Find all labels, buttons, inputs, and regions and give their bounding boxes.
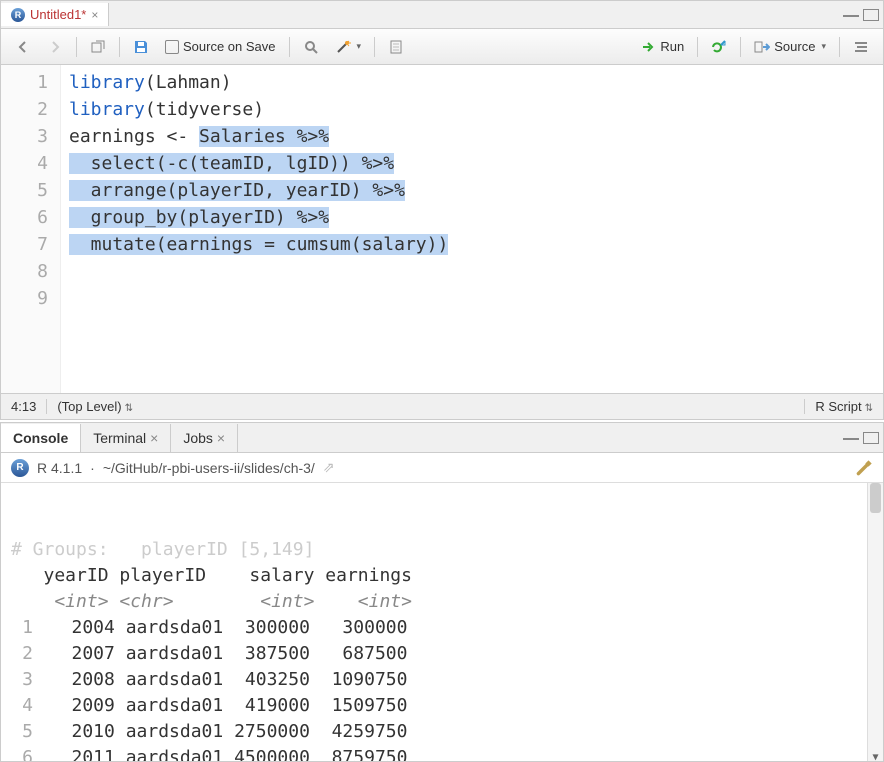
- source-on-save-label: Source on Save: [183, 39, 276, 54]
- tab-title: Untitled1*: [30, 7, 86, 22]
- source-on-save-toggle[interactable]: Source on Save: [159, 36, 282, 57]
- nav-fwd-button[interactable]: [41, 36, 69, 58]
- separator: [740, 37, 741, 57]
- editor-toolbar: Source on Save ▾ Run Source ▾: [1, 29, 883, 65]
- save-button[interactable]: [127, 36, 155, 58]
- r-logo-icon: R: [11, 459, 29, 477]
- cursor-position[interactable]: 4:13: [1, 399, 47, 414]
- editor-tab[interactable]: R Untitled1* ×: [1, 3, 109, 26]
- minimize-icon[interactable]: [843, 9, 859, 17]
- dot-separator: ·: [90, 460, 95, 476]
- find-button[interactable]: [297, 36, 325, 58]
- code-tools-button[interactable]: ▾: [329, 36, 368, 58]
- r-file-icon: R: [11, 8, 25, 22]
- editor-statusbar: 4:13 (Top Level)⇅ R Script⇅: [1, 393, 883, 419]
- code-content[interactable]: library(Lahman)library(tidyverse)earning…: [61, 65, 883, 393]
- code-editor[interactable]: 123456789 library(Lahman)library(tidyver…: [1, 65, 883, 393]
- console-output[interactable]: # Groups: playerID [5,149] yearID player…: [1, 483, 883, 761]
- checkbox-icon: [165, 40, 179, 54]
- close-icon[interactable]: ×: [217, 430, 225, 446]
- close-icon[interactable]: ×: [150, 430, 158, 446]
- separator: [839, 37, 840, 57]
- separator: [119, 37, 120, 57]
- chevron-down-icon: ▾: [821, 41, 826, 52]
- line-gutter: 123456789: [1, 65, 61, 393]
- tab-jobs[interactable]: Jobs×: [171, 424, 238, 452]
- close-icon[interactable]: ×: [91, 8, 98, 22]
- chevron-down-icon: ▾: [357, 41, 362, 52]
- minimize-icon[interactable]: [843, 432, 859, 440]
- run-button[interactable]: Run: [634, 36, 690, 58]
- clear-console-icon[interactable]: [855, 459, 873, 477]
- pane-window-controls: [843, 432, 879, 444]
- tab-terminal[interactable]: Terminal×: [81, 424, 171, 452]
- console-info-bar: R R 4.1.1 · ~/GitHub/r-pbi-users-ii/slid…: [1, 453, 883, 483]
- working-dir[interactable]: ~/GitHub/r-pbi-users-ii/slides/ch-3/: [103, 460, 315, 476]
- source-button[interactable]: Source ▾: [748, 36, 832, 58]
- scroll-thumb[interactable]: [870, 483, 881, 513]
- editor-pane: R Untitled1* × Source on Save ▾ Run Sour…: [0, 0, 884, 420]
- maximize-icon[interactable]: [863, 432, 879, 444]
- show-in-new-window-button[interactable]: [84, 36, 112, 58]
- r-version: R 4.1.1: [37, 460, 82, 476]
- scroll-down-icon[interactable]: ▼: [868, 745, 883, 761]
- compile-report-button[interactable]: [382, 36, 410, 58]
- rerun-button[interactable]: [705, 36, 733, 58]
- pane-window-controls: [843, 9, 879, 21]
- separator: [374, 37, 375, 57]
- scope-selector[interactable]: (Top Level)⇅: [47, 399, 804, 414]
- separator: [697, 37, 698, 57]
- editor-tabbar: R Untitled1* ×: [1, 1, 883, 29]
- separator: [289, 37, 290, 57]
- scrollbar[interactable]: ▲ ▼: [867, 483, 883, 761]
- popout-icon[interactable]: ⇗: [323, 459, 335, 476]
- separator: [76, 37, 77, 57]
- language-selector[interactable]: R Script⇅: [804, 399, 883, 414]
- tab-console[interactable]: Console: [1, 424, 81, 452]
- console-tabbar: Console Terminal× Jobs×: [1, 423, 883, 453]
- maximize-icon[interactable]: [863, 9, 879, 21]
- run-label: Run: [660, 39, 684, 54]
- outline-button[interactable]: [847, 36, 875, 58]
- console-pane: Console Terminal× Jobs× R R 4.1.1 · ~/Gi…: [0, 422, 884, 762]
- source-label: Source: [774, 39, 815, 54]
- nav-back-button[interactable]: [9, 36, 37, 58]
